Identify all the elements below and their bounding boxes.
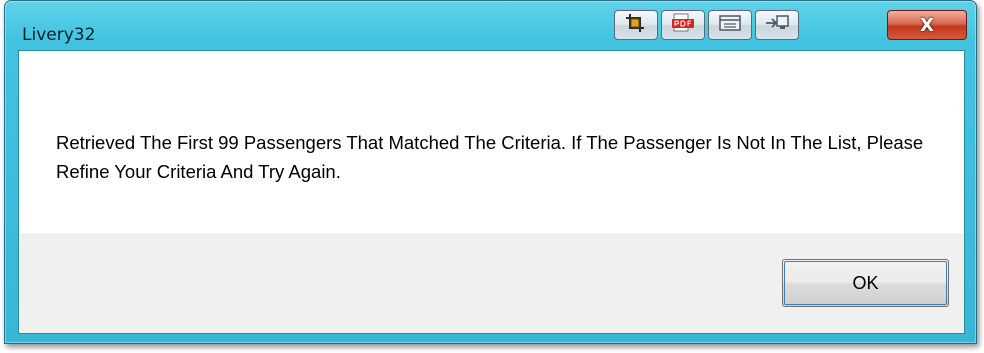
dialog-message: Retrieved The First 99 Passengers That M…	[56, 132, 924, 182]
send-to-icon	[764, 13, 790, 37]
pdf-button[interactable]	[661, 10, 705, 40]
window-title: Livery32	[22, 25, 96, 45]
screen-capture-button[interactable]	[708, 10, 752, 40]
ok-button-label: OK	[852, 272, 879, 293]
message-panel: Retrieved The First 99 Passengers That M…	[19, 51, 964, 233]
send-to-button[interactable]	[755, 10, 799, 40]
ok-button[interactable]: OK	[782, 259, 949, 307]
dialog-client-area: Retrieved The First 99 Passengers That M…	[18, 50, 965, 334]
titlebar-tools	[614, 10, 799, 40]
screen-capture-icon	[718, 14, 742, 36]
close-icon: X	[920, 14, 934, 36]
crop-icon	[625, 13, 647, 37]
dialog-window: Livery32 X Retrieved The First 99 Passen…	[4, 0, 977, 344]
pdf-icon	[671, 13, 695, 37]
close-button[interactable]: X	[887, 10, 967, 40]
crop-button[interactable]	[614, 10, 658, 40]
